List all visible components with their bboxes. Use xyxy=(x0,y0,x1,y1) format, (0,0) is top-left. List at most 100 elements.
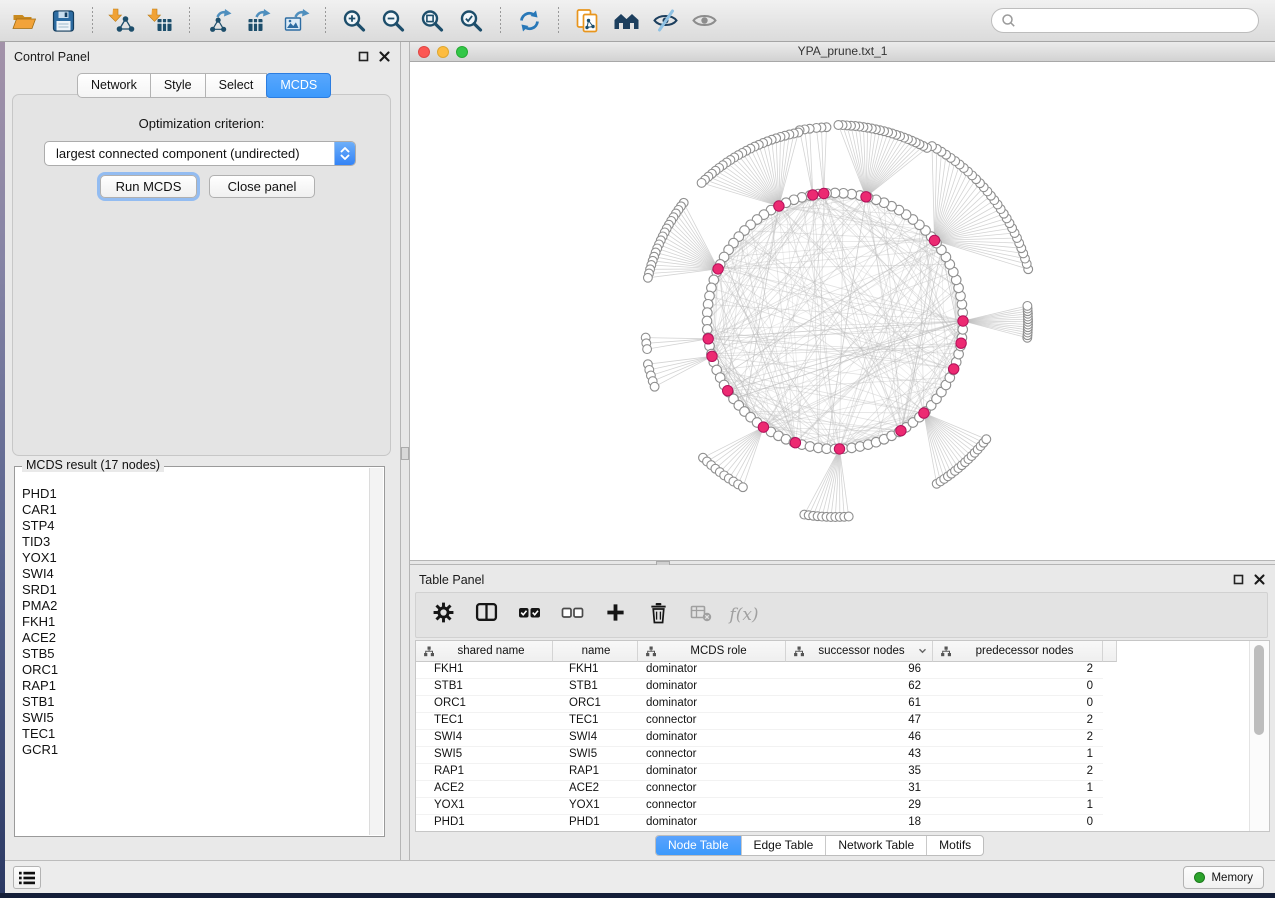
mcds-result-item[interactable]: SWI4 xyxy=(22,566,368,582)
mcds-result-item[interactable]: TID3 xyxy=(22,534,368,550)
open-file-icon xyxy=(11,8,38,34)
function-builder-icon: f(x) xyxy=(729,605,758,625)
table-scrollbar[interactable] xyxy=(1249,641,1270,831)
table-options-button[interactable] xyxy=(428,598,458,632)
tab-network-table[interactable]: Network Table xyxy=(825,836,926,855)
column-header-stub xyxy=(1103,641,1117,662)
column-header-mcds-role[interactable]: MCDS role xyxy=(638,641,786,662)
cell-shared-name: STB1 xyxy=(416,679,553,695)
mcds-result-item[interactable]: YOX1 xyxy=(22,550,368,566)
column-header-predecessor-nodes[interactable]: predecessor nodes xyxy=(933,641,1103,662)
table-row[interactable]: YOX1YOX1connector291 xyxy=(416,798,1103,815)
first-neighbors-button[interactable] xyxy=(607,3,646,39)
tab-select[interactable]: Select xyxy=(205,73,268,98)
float-panel-icon[interactable] xyxy=(1233,574,1244,585)
table-toolbar: f(x) xyxy=(415,592,1268,638)
table-row[interactable]: SWI5SWI5connector431 xyxy=(416,747,1103,764)
minimize-window-icon[interactable] xyxy=(437,46,449,58)
mcds-result-item[interactable]: ACE2 xyxy=(22,630,368,646)
column-header-name[interactable]: name xyxy=(553,641,638,662)
network-view-canvas[interactable] xyxy=(410,62,1275,560)
open-file-button[interactable] xyxy=(5,3,44,39)
table-row[interactable]: PHD1PHD1dominator180 xyxy=(416,815,1103,832)
export-image-button[interactable] xyxy=(277,3,316,39)
close-panel-icon[interactable] xyxy=(1254,574,1265,585)
mcds-result-item[interactable]: ORC1 xyxy=(22,662,368,678)
float-panel-icon[interactable] xyxy=(358,51,369,62)
export-table-button[interactable] xyxy=(238,3,277,39)
vertical-splitter-handle[interactable] xyxy=(401,447,409,460)
table-options-icon xyxy=(432,601,455,629)
import-network-button[interactable] xyxy=(102,3,141,39)
zoom-selected-button[interactable] xyxy=(452,3,491,39)
mcds-result-item[interactable]: STB5 xyxy=(22,646,368,662)
mcds-result-item[interactable]: RAP1 xyxy=(22,678,368,694)
memory-button[interactable]: Memory xyxy=(1183,866,1264,889)
cell-mcds-role: connector xyxy=(638,798,786,814)
tab-mcds[interactable]: MCDS xyxy=(266,73,331,98)
zoom-out-button[interactable] xyxy=(374,3,413,39)
close-window-icon[interactable] xyxy=(418,46,430,58)
tab-node-table[interactable]: Node Table xyxy=(656,836,741,855)
refresh-network-button[interactable] xyxy=(510,3,549,39)
cell-successor-nodes: 18 xyxy=(786,815,933,831)
table-scrollbar-thumb[interactable] xyxy=(1254,645,1264,735)
optimization-criterion-select[interactable]: largest connected component (undirected) xyxy=(44,141,356,166)
tab-motifs[interactable]: Motifs xyxy=(926,836,983,855)
column-header-successor-nodes[interactable]: successor nodes xyxy=(786,641,933,662)
table-row[interactable]: ORC1ORC1dominator610 xyxy=(416,696,1103,713)
search-input[interactable] xyxy=(1021,13,1258,29)
export-network-button[interactable] xyxy=(199,3,238,39)
task-history-button[interactable] xyxy=(13,866,41,889)
cell-mcds-role: connector xyxy=(638,713,786,729)
column-header-shared-name[interactable]: shared name xyxy=(416,641,553,662)
deselect-all-button[interactable] xyxy=(557,598,587,632)
selected-criterion: largest connected component (undirected) xyxy=(45,146,334,161)
maximize-window-icon[interactable] xyxy=(456,46,468,58)
mcds-result-item[interactable]: PHD1 xyxy=(22,486,368,502)
mcds-tab-content: Optimization criterion: largest connecte… xyxy=(12,94,391,456)
select-all-button[interactable] xyxy=(514,598,544,632)
mcds-list-scrollbar[interactable] xyxy=(369,468,383,835)
refresh-network-icon xyxy=(516,8,543,34)
mcds-result-item[interactable]: STP4 xyxy=(22,518,368,534)
mcds-result-item[interactable]: SWI5 xyxy=(22,710,368,726)
save-session-button[interactable] xyxy=(44,3,83,39)
column-label: shared name xyxy=(435,645,547,657)
mcds-result-item[interactable]: CAR1 xyxy=(22,502,368,518)
zoom-in-button[interactable] xyxy=(335,3,374,39)
show-all-button[interactable] xyxy=(685,3,724,39)
run-mcds-button[interactable]: Run MCDS xyxy=(100,175,197,198)
new-network-from-selection-button[interactable] xyxy=(568,3,607,39)
mcds-result-item[interactable]: SRD1 xyxy=(22,582,368,598)
create-column-button[interactable] xyxy=(600,598,630,632)
hide-selection-button[interactable] xyxy=(646,3,685,39)
table-row[interactable]: TEC1TEC1connector472 xyxy=(416,713,1103,730)
zoom-fit-button[interactable] xyxy=(413,3,452,39)
table-row[interactable]: ACE2ACE2connector311 xyxy=(416,781,1103,798)
cell-shared-name: RAP1 xyxy=(416,764,553,780)
tab-style[interactable]: Style xyxy=(150,73,206,98)
control-panel-title: Control Panel xyxy=(14,50,90,64)
toggle-columns-button[interactable] xyxy=(471,598,501,632)
new-network-from-selection-icon xyxy=(574,8,601,34)
tab-edge-table[interactable]: Edge Table xyxy=(741,836,826,855)
close-panel-icon[interactable] xyxy=(379,51,390,62)
delete-column-button[interactable] xyxy=(643,598,673,632)
list-icon xyxy=(18,870,36,886)
import-table-button[interactable] xyxy=(141,3,180,39)
close-panel-button[interactable]: Close panel xyxy=(209,175,315,198)
mcds-result-item[interactable]: STB1 xyxy=(22,694,368,710)
table-row[interactable]: RAP1RAP1dominator352 xyxy=(416,764,1103,781)
tab-network[interactable]: Network xyxy=(77,73,151,98)
mcds-result-item[interactable]: PMA2 xyxy=(22,598,368,614)
table-row[interactable]: STB1STB1dominator620 xyxy=(416,679,1103,696)
network-window-titlebar[interactable]: YPA_prune.txt_1 xyxy=(410,42,1275,62)
mcds-result-item[interactable]: TEC1 xyxy=(22,726,368,742)
search-icon xyxy=(1001,13,1016,28)
mcds-result-item[interactable]: GCR1 xyxy=(22,742,368,758)
mcds-result-item[interactable]: FKH1 xyxy=(22,614,368,630)
table-row[interactable]: SWI4SWI4dominator462 xyxy=(416,730,1103,747)
cell-name: SWI4 xyxy=(553,730,638,746)
table-row[interactable]: FKH1FKH1dominator962 xyxy=(416,662,1103,679)
